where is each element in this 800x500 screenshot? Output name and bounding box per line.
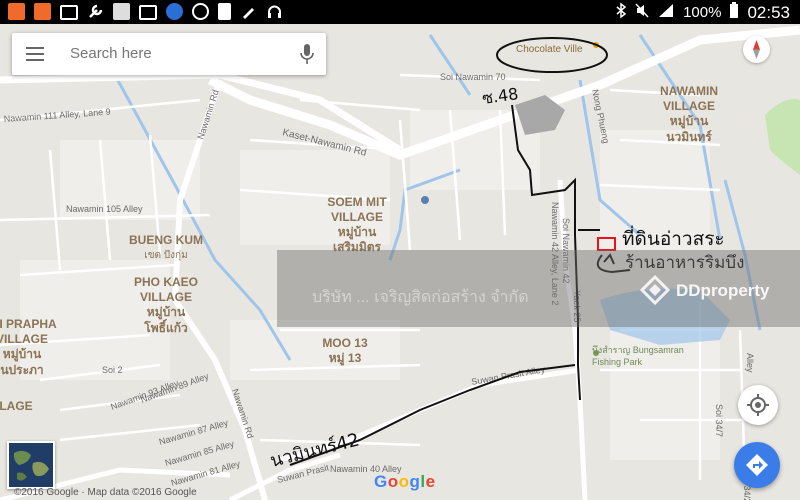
hand-label-site: ที่ดินอ่าวสระ bbox=[622, 225, 725, 250]
search-input[interactable]: Search here bbox=[70, 45, 152, 62]
road-label-alley: Alley bbox=[745, 353, 755, 373]
battery-percent: 100% bbox=[683, 4, 722, 21]
label-nawamin-village-th2: นวมินทร์ bbox=[666, 130, 712, 144]
poi-label-chocolate-ville[interactable]: Chocolate Ville bbox=[516, 44, 583, 55]
watermark-company: บริษัท ... เจริญสิดก่อสร้าง จำกัด bbox=[312, 289, 529, 306]
label-nawamin-village-en: NAWAMIN bbox=[660, 84, 718, 98]
microphone-icon[interactable] bbox=[300, 43, 314, 65]
system-indicators: 100% 02:53 bbox=[615, 2, 790, 23]
road-label-soi-2: Soi 2 bbox=[102, 365, 123, 375]
chat-icon bbox=[192, 3, 209, 20]
label-prapha-th: หมู่บ้าน bbox=[3, 347, 42, 362]
clock: 02:53 bbox=[747, 2, 790, 22]
document-icon bbox=[218, 3, 231, 20]
label-bueng-kum-en: BUENG KUM bbox=[129, 233, 203, 247]
map-copyright: ©2016 Google · Map data ©2016 Google bbox=[14, 487, 197, 498]
earth-icon bbox=[9, 443, 53, 487]
poi-marker-icon[interactable] bbox=[421, 196, 429, 204]
poi-label-fishing-park-en[interactable]: Fishing Park bbox=[592, 357, 643, 367]
wrench-icon bbox=[87, 3, 104, 20]
label-prapha-en: I PRAPHA bbox=[0, 317, 57, 331]
label-soem-mit-th: หมู่บ้าน bbox=[338, 225, 377, 240]
app-icon-blue bbox=[166, 3, 183, 20]
road-label-soi-nawamin-70: Soi Nawamin 70 bbox=[440, 72, 506, 82]
headphones-icon bbox=[266, 3, 283, 20]
bluetooth-icon bbox=[615, 2, 627, 23]
battery-icon bbox=[729, 2, 739, 23]
label-lage: LAGE bbox=[0, 399, 33, 413]
compass-icon bbox=[753, 40, 760, 59]
camera-app-icon bbox=[113, 3, 130, 20]
shopping-app-icon bbox=[8, 3, 25, 20]
ddproperty-logo-icon bbox=[639, 274, 671, 306]
google-logo: Google bbox=[374, 472, 436, 491]
label-soem-mit-en2: VILLAGE bbox=[331, 210, 383, 224]
directions-button[interactable] bbox=[734, 442, 780, 488]
label-pho-kaeo-th: หมู่บ้าน bbox=[147, 305, 186, 320]
directions-icon bbox=[746, 454, 768, 476]
hamburger-menu-icon[interactable] bbox=[26, 47, 44, 61]
mail-check-icon bbox=[139, 5, 157, 20]
status-bar: 100% 02:53 bbox=[0, 0, 800, 24]
label-moo13-th: หมู่ 13 bbox=[329, 351, 362, 366]
pencil-icon bbox=[240, 3, 257, 20]
mail-icon bbox=[60, 5, 78, 20]
search-box[interactable]: Search here bbox=[12, 33, 326, 75]
my-location-button[interactable] bbox=[738, 385, 778, 425]
signal-icon bbox=[657, 2, 675, 23]
watermark-brand: DDproperty bbox=[676, 281, 770, 300]
crosshair-icon bbox=[747, 394, 769, 416]
label-bueng-kum-th: เขต บึงกุ่ม bbox=[144, 249, 187, 261]
label-nawamin-village-en2: VILLAGE bbox=[663, 99, 715, 113]
label-moo13-en: MOO 13 bbox=[322, 336, 368, 350]
label-nawamin-village-th: หมู่บ้าน bbox=[670, 114, 709, 129]
label-soem-mit-en: SOEM MIT bbox=[327, 195, 387, 209]
road-label-nawamin-105: Nawamin 105 Alley bbox=[66, 204, 143, 214]
label-pho-kaeo-en: PHO KAEO bbox=[134, 275, 198, 289]
road-label-soi-34-7: Soi 34/7 bbox=[714, 404, 724, 437]
label-prapha-th2: นประภา bbox=[0, 363, 43, 377]
label-pho-kaeo-th2: โพธิ์แก้ว bbox=[143, 319, 188, 335]
mute-icon bbox=[635, 2, 649, 23]
label-prapha-en2: VILLAGE bbox=[0, 332, 48, 346]
label-pho-kaeo-en2: VILLAGE bbox=[140, 290, 192, 304]
satellite-layer-button[interactable] bbox=[7, 441, 55, 489]
notification-icons bbox=[8, 3, 283, 20]
compass-button[interactable] bbox=[743, 36, 770, 63]
shopping-app-icon-2 bbox=[34, 3, 51, 20]
poi-label-fishing-park-th[interactable]: บึงสำราญ Bungsamran bbox=[592, 345, 684, 355]
